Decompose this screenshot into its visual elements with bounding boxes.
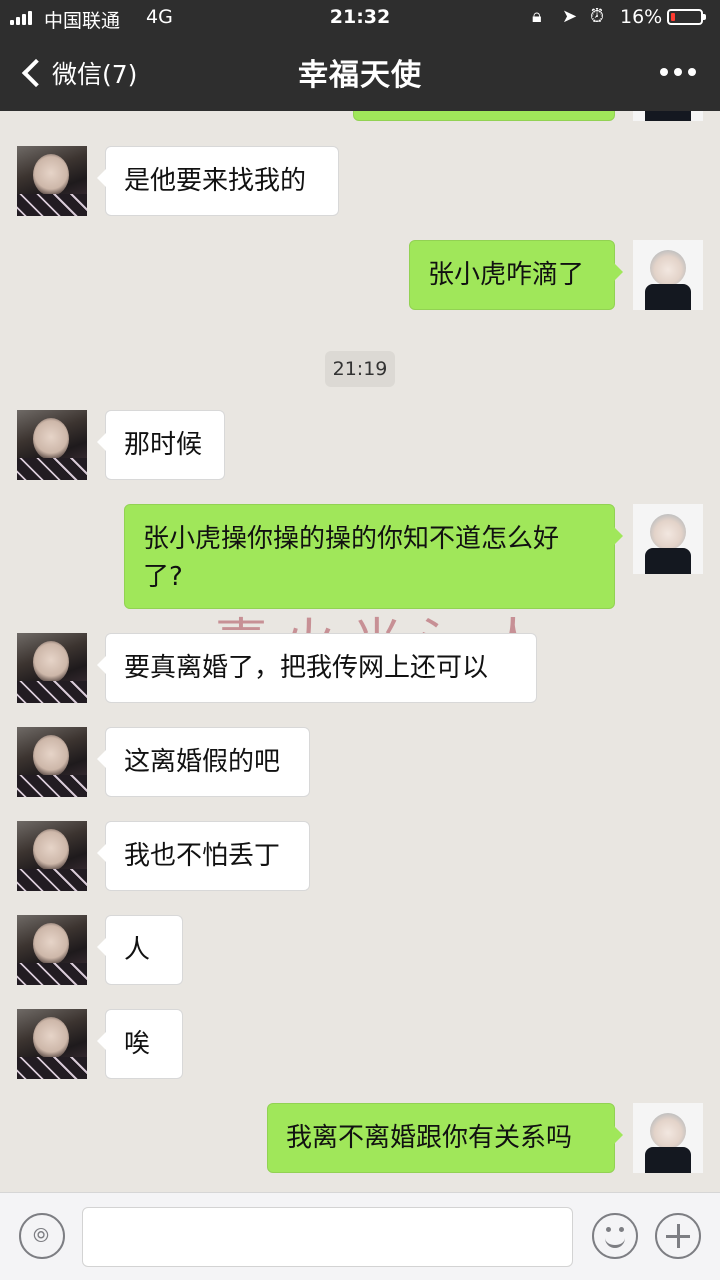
orientation-lock-icon: 🔒︎	[532, 6, 542, 27]
my-avatar[interactable]	[633, 240, 703, 310]
message-bubble[interactable]: 要真离婚了，把我传网上还可以	[97, 633, 537, 703]
contact-avatar[interactable]	[17, 1009, 87, 1079]
message-bubble[interactable]: 我离不离婚跟你有关系吗	[267, 1103, 623, 1173]
message-row: 人	[0, 915, 720, 985]
message-row: 张小虎咋滴了	[0, 240, 720, 310]
message-row: 唉	[0, 1009, 720, 1079]
top-bar: 中国联通 4G 21:32 🔒︎ ➤ ⏰︎ 16% 微信(7) 幸福天使	[0, 0, 720, 111]
chat-title: 幸福天使	[298, 58, 422, 93]
plus-icon[interactable]	[655, 1213, 701, 1259]
contact-avatar[interactable]	[17, 410, 87, 480]
alarm-icon: ⏰︎	[590, 6, 605, 27]
message-row-partial	[0, 111, 720, 121]
message-row: 要真离婚了，把我传网上还可以	[0, 633, 720, 703]
voice-icon[interactable]: ⦾	[19, 1213, 65, 1259]
chat-area[interactable]: 壹火光氵人 是他要来找我的 张小虎咋滴了 21:19 那时候 张小虎操你操的操的…	[0, 111, 720, 1192]
message-input[interactable]	[82, 1207, 573, 1267]
message-bubble[interactable]: 唉	[97, 1009, 183, 1079]
message-bubble[interactable]: 人	[97, 915, 183, 985]
my-avatar[interactable]	[633, 1103, 703, 1173]
battery-percent: 16%	[620, 6, 663, 28]
timestamp-chip: 21:19	[325, 351, 395, 387]
contact-avatar[interactable]	[17, 633, 87, 703]
contact-avatar[interactable]	[17, 821, 87, 891]
contact-avatar[interactable]	[17, 727, 87, 797]
message-row: 我也不怕丢丁	[0, 821, 720, 891]
message-bubble[interactable]: 张小虎咋滴了	[409, 240, 623, 310]
battery-level	[671, 13, 675, 21]
my-avatar[interactable]	[633, 111, 703, 121]
message-row: 这离婚假的吧	[0, 727, 720, 797]
message-bubble[interactable]: 这离婚假的吧	[97, 727, 310, 797]
message-bubble[interactable]: 我也不怕丢丁	[97, 821, 310, 891]
nav-bar: 微信(7) 幸福天使	[0, 36, 720, 111]
contact-avatar[interactable]	[17, 915, 87, 985]
message-row: 我离不离婚跟你有关系吗	[0, 1103, 720, 1173]
emoji-icon[interactable]	[592, 1213, 638, 1259]
message-bubble-partial[interactable]	[353, 111, 615, 121]
status-bar: 中国联通 4G 21:32 🔒︎ ➤ ⏰︎ 16%	[0, 0, 720, 36]
message-row: 张小虎操你操的操的你知不道怎么好了?	[0, 504, 720, 609]
input-bar: ⦾	[0, 1192, 720, 1280]
message-bubble[interactable]: 是他要来找我的	[97, 146, 339, 216]
more-dots-icon[interactable]	[660, 68, 696, 76]
status-time: 21:32	[329, 6, 391, 28]
message-bubble[interactable]: 那时候	[97, 410, 225, 480]
message-row: 那时候	[0, 410, 720, 480]
message-bubble[interactable]: 张小虎操你操的操的你知不道怎么好了?	[124, 504, 623, 609]
message-row: 是他要来找我的	[0, 146, 720, 216]
my-avatar[interactable]	[633, 504, 703, 574]
location-arrow-icon: ➤	[562, 6, 578, 27]
contact-avatar[interactable]	[17, 146, 87, 216]
battery-icon	[667, 9, 706, 25]
